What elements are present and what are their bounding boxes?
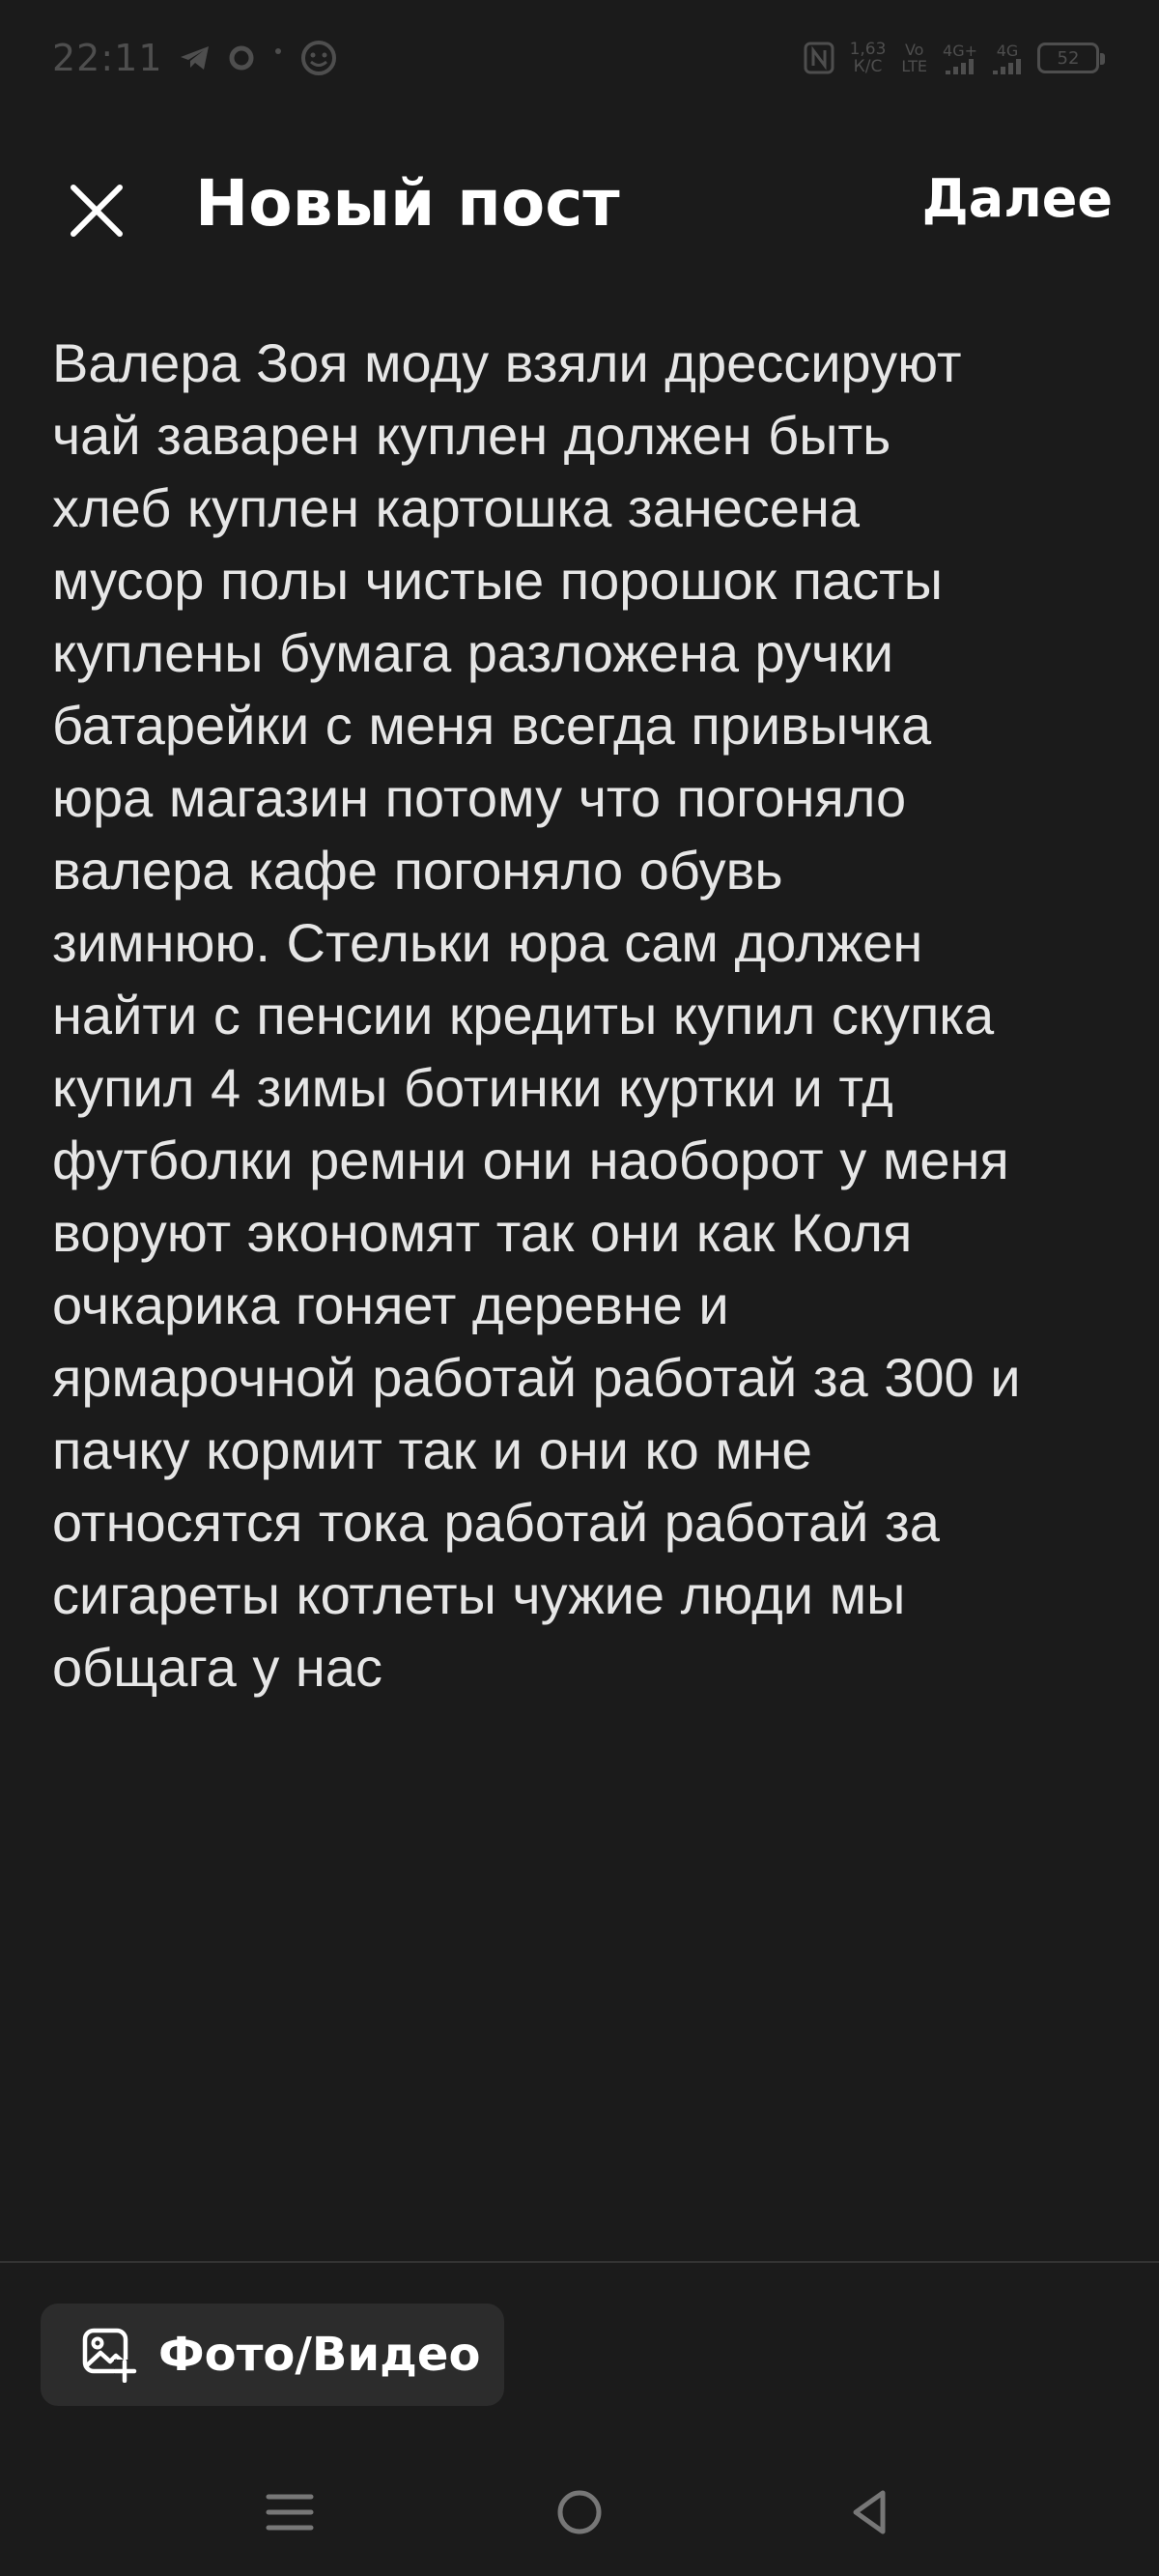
signal-icon (993, 58, 1021, 74)
sync-icon (227, 43, 256, 72)
nfc-icon (804, 42, 834, 74)
signal-2-gen: 4G (996, 41, 1019, 60)
net-speed-unit: К/С (853, 57, 883, 76)
volte-top: Vo (904, 41, 924, 59)
page-title: Новый пост (195, 166, 620, 241)
photo-video-button[interactable]: Фото/Видео (41, 2304, 504, 2406)
home-circle-icon (557, 2490, 602, 2534)
battery-level: 52 (1057, 47, 1080, 69)
back-nav-button[interactable] (831, 2474, 908, 2551)
status-left: 22:11 (52, 37, 337, 79)
net-speed: 1,63 К/С (850, 41, 887, 75)
post-text-editor[interactable]: Валера Зоя моду взяли дрессируют чай зав… (52, 327, 1124, 1703)
net-speed-value: 1,63 (849, 40, 887, 59)
photo-video-label: Фото/Видео (158, 2328, 481, 2382)
status-time: 22:11 (52, 37, 163, 79)
volte-indicator: Vo LTE (901, 42, 927, 74)
menu-nav-button[interactable] (251, 2474, 328, 2551)
dot-icon (271, 43, 285, 72)
face-icon (300, 40, 337, 76)
divider (0, 2261, 1159, 2263)
next-button[interactable]: Далее (922, 168, 1113, 229)
status-bar: 22:11 1,63 К/С Vo LTE 4G+ 4G 52 (0, 0, 1159, 116)
volte-bottom: LTE (901, 57, 928, 75)
add-photo-icon (82, 2328, 137, 2383)
header: Новый пост Далее (0, 145, 1159, 271)
battery-icon: 52 (1037, 43, 1105, 73)
menu-icon (266, 2494, 314, 2531)
telegram-icon (179, 43, 212, 72)
home-nav-button[interactable] (541, 2474, 618, 2551)
signal-icon (946, 58, 974, 74)
signal-2: 4G (993, 43, 1022, 74)
signal-1-gen: 4G+ (943, 41, 977, 60)
signal-1: 4G+ (943, 43, 977, 74)
status-right: 1,63 К/С Vo LTE 4G+ 4G 52 (804, 41, 1107, 75)
back-triangle-icon (853, 2490, 886, 2534)
system-nav-bar (0, 2454, 1159, 2576)
close-button[interactable] (58, 172, 135, 249)
close-icon (71, 185, 123, 237)
